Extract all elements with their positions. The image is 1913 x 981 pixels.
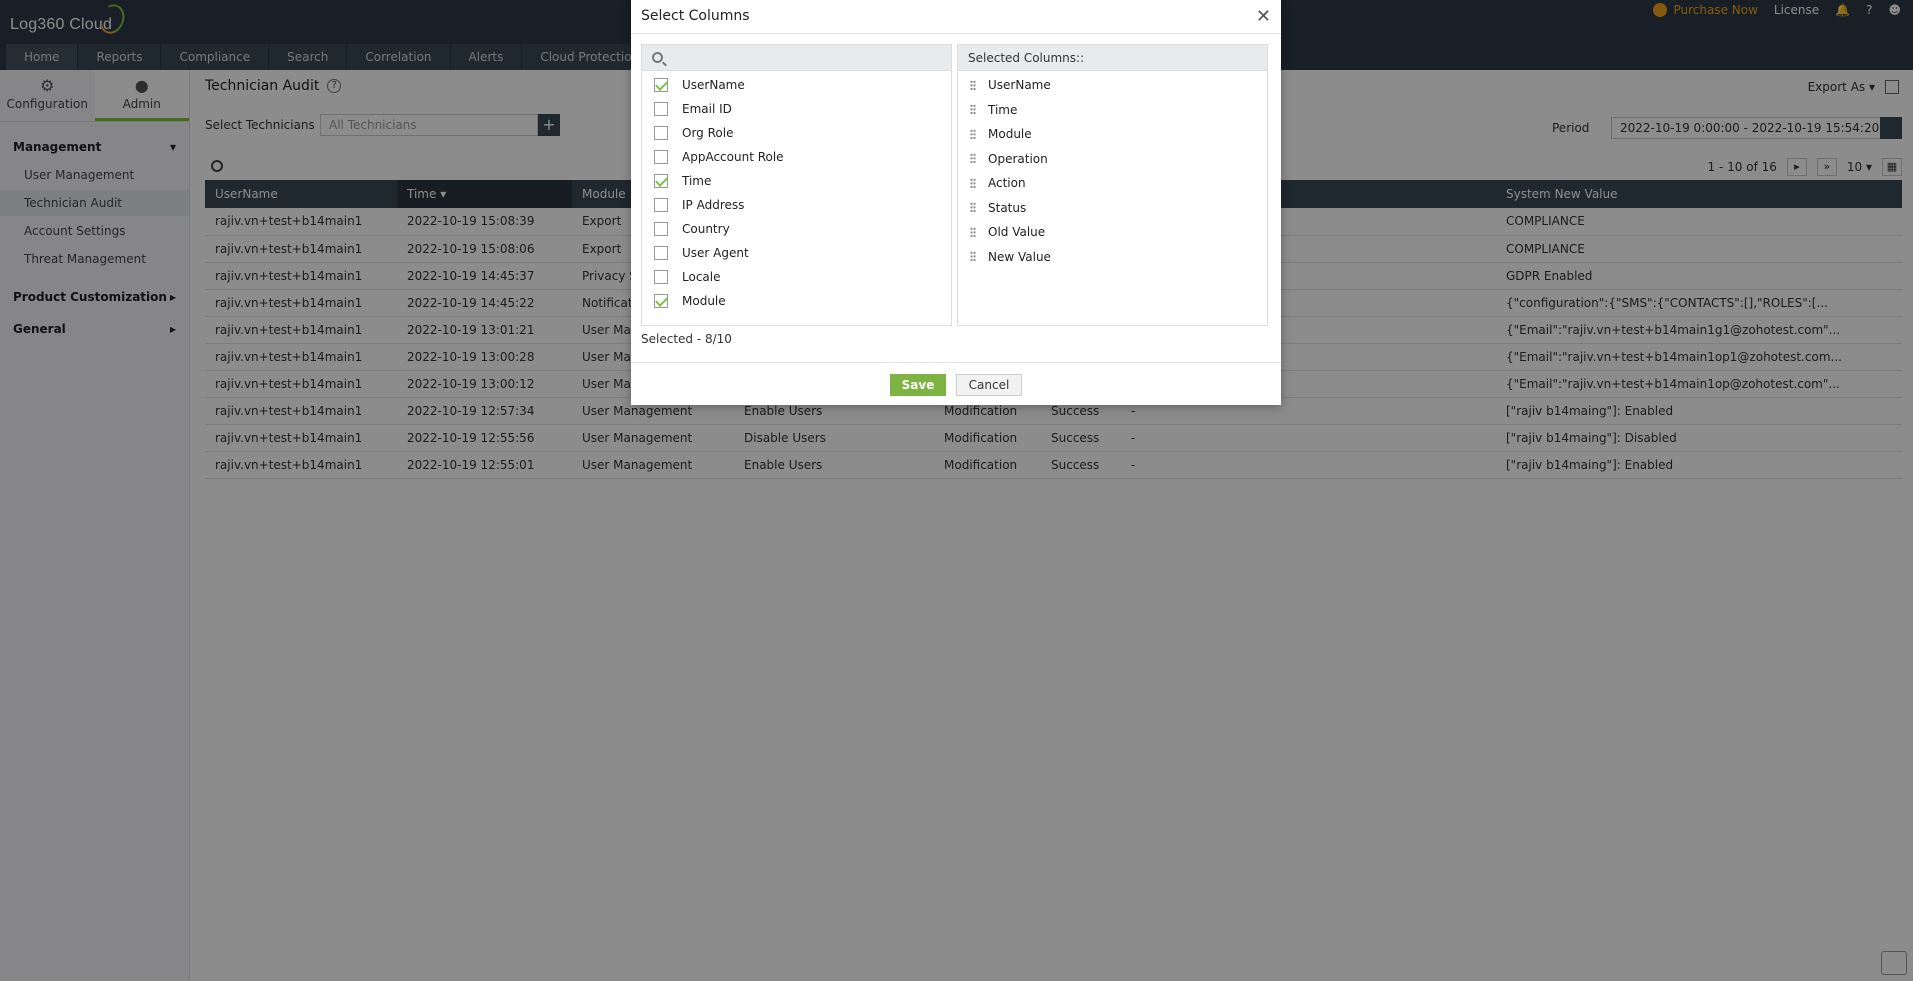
column-option-label: Email ID xyxy=(682,102,732,116)
column-option-user-agent[interactable]: User Agent xyxy=(642,241,951,265)
select-columns-dialog: Select Columns ✕ UserName Email ID Org Rol… xyxy=(631,0,1281,405)
checkbox[interactable] xyxy=(654,174,668,188)
selected-column-label: New Value xyxy=(988,249,1051,264)
selected-column-item[interactable]: Status xyxy=(958,196,1267,221)
column-search-input[interactable] xyxy=(670,45,940,71)
selected-column-label: Status xyxy=(988,200,1027,215)
drag-handle-icon[interactable] xyxy=(970,251,976,263)
checkbox[interactable] xyxy=(654,78,668,92)
selected-column-label: Time xyxy=(988,102,1018,117)
selected-columns-panel: Selected Columns:: UserNameTimeModuleOpe… xyxy=(957,44,1268,326)
drag-handle-icon[interactable] xyxy=(970,153,976,165)
checkbox[interactable] xyxy=(654,126,668,140)
divider xyxy=(631,33,1281,34)
column-option-locale[interactable]: Locale xyxy=(642,265,951,289)
column-option-username[interactable]: UserName xyxy=(642,73,951,97)
dialog-title: Select Columns xyxy=(641,8,750,24)
column-option-label: Org Role xyxy=(682,126,734,140)
column-option-country[interactable]: Country xyxy=(642,217,951,241)
drag-handle-icon[interactable] xyxy=(970,104,976,116)
selected-count: Selected - 8/10 xyxy=(641,332,732,346)
selected-column-label: Action xyxy=(988,176,1026,191)
drag-handle-icon[interactable] xyxy=(970,177,976,189)
selected-column-item[interactable]: Time xyxy=(958,98,1267,123)
checkbox[interactable] xyxy=(654,246,668,260)
selected-column-item[interactable]: New Value xyxy=(958,245,1267,270)
column-search-bar xyxy=(642,45,951,71)
selected-column-label: UserName xyxy=(988,78,1051,93)
column-option-module[interactable]: Module xyxy=(642,289,951,313)
column-option-label: Module xyxy=(682,294,726,308)
checkbox[interactable] xyxy=(654,150,668,164)
checkbox[interactable] xyxy=(654,102,668,116)
column-option-email-id[interactable]: Email ID xyxy=(642,97,951,121)
column-option-time[interactable]: Time xyxy=(642,169,951,193)
drag-handle-icon[interactable] xyxy=(970,202,976,214)
divider xyxy=(631,362,1281,363)
column-option-label: User Agent xyxy=(682,246,749,260)
checkbox[interactable] xyxy=(654,270,668,284)
drag-handle-icon[interactable] xyxy=(970,79,976,91)
column-option-label: AppAccount Role xyxy=(682,150,784,164)
column-option-label: Locale xyxy=(682,270,721,284)
cancel-button[interactable]: Cancel xyxy=(956,374,1022,396)
column-option-label: Time xyxy=(682,174,712,188)
selected-column-label: Operation xyxy=(988,151,1048,166)
column-option-label: UserName xyxy=(682,78,745,92)
checkbox[interactable] xyxy=(654,222,668,236)
selected-column-item[interactable]: Operation xyxy=(958,147,1267,172)
selected-column-item[interactable]: Action xyxy=(958,171,1267,196)
selected-column-label: Old Value xyxy=(988,225,1046,240)
checkbox[interactable] xyxy=(654,294,668,308)
available-columns-panel: UserName Email ID Org Role AppAccount Role T… xyxy=(641,44,952,326)
selected-column-label: Module xyxy=(988,127,1032,142)
selected-column-item[interactable]: Module xyxy=(958,122,1267,147)
drag-handle-icon[interactable] xyxy=(970,226,976,238)
save-button[interactable]: Save xyxy=(890,374,946,396)
selected-column-item[interactable]: Old Value xyxy=(958,220,1267,245)
selected-column-item[interactable]: UserName xyxy=(958,73,1267,98)
search-icon xyxy=(652,52,663,63)
column-option-label: Country xyxy=(682,222,730,236)
column-option-appaccount-role[interactable]: AppAccount Role xyxy=(642,145,951,169)
column-option-label: IP Address xyxy=(682,198,745,212)
column-option-ip-address[interactable]: IP Address xyxy=(642,193,951,217)
close-icon[interactable]: ✕ xyxy=(1256,6,1271,27)
drag-handle-icon[interactable] xyxy=(970,128,976,140)
column-option-org-role[interactable]: Org Role xyxy=(642,121,951,145)
selected-columns-header: Selected Columns:: xyxy=(958,45,1267,71)
checkbox[interactable] xyxy=(654,198,668,212)
